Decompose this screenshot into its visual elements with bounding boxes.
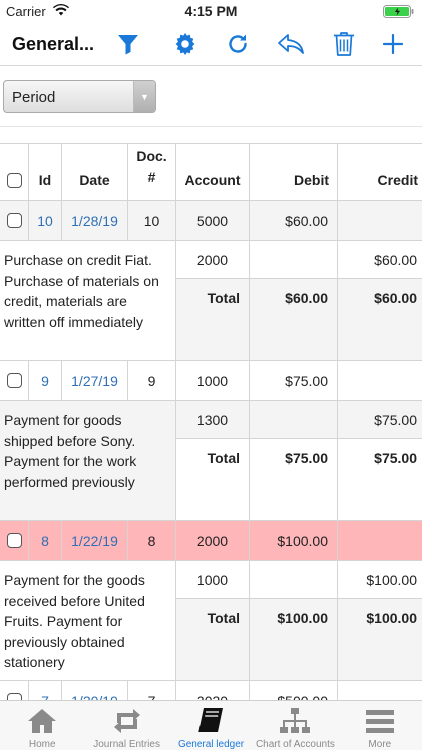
column-header-account[interactable]: Account bbox=[176, 143, 250, 201]
row-select bbox=[0, 521, 29, 561]
refresh-icon[interactable] bbox=[223, 30, 253, 58]
divider bbox=[0, 126, 422, 127]
entry-account: 2000 bbox=[176, 521, 250, 561]
menu-icon bbox=[365, 710, 394, 733]
total-credit: $75.00 bbox=[338, 439, 422, 521]
total-debit: $60.00 bbox=[250, 279, 338, 361]
entry-id-link[interactable]: 8 bbox=[29, 521, 62, 561]
total-credit: $60.00 bbox=[338, 279, 422, 361]
entry-line-debit bbox=[250, 401, 338, 439]
entry-doc-number: 8 bbox=[128, 521, 176, 561]
undo-icon[interactable] bbox=[276, 30, 306, 58]
column-header-doc[interactable]: Doc. # bbox=[128, 143, 176, 201]
tab-label: Journal Entries bbox=[93, 739, 160, 750]
tab-label: General ledger bbox=[177, 739, 245, 750]
column-header-date[interactable]: Date bbox=[62, 143, 128, 201]
column-header-credit[interactable]: Credit bbox=[338, 143, 422, 201]
tab-label: Home bbox=[28, 739, 56, 750]
table-header-select bbox=[0, 143, 29, 201]
tab-home[interactable]: Home bbox=[0, 701, 84, 750]
select-all-checkbox[interactable] bbox=[6, 173, 22, 188]
entry-description: Purchase on credit Fiat. Purchase of mat… bbox=[0, 241, 176, 361]
entry-description: Payment for the goods received before Un… bbox=[0, 561, 176, 681]
entry-credit bbox=[338, 201, 422, 241]
period-dropdown[interactable]: Period ▼ bbox=[3, 80, 156, 113]
tab-journal-entries[interactable]: Journal Entries bbox=[84, 701, 168, 750]
tab-more[interactable]: More bbox=[338, 701, 422, 750]
row-checkbox[interactable] bbox=[6, 373, 22, 388]
battery-icon bbox=[383, 5, 416, 18]
tab-label: More bbox=[368, 739, 392, 750]
row-checkbox[interactable] bbox=[6, 213, 22, 228]
entry-description: Payment for goods shipped before Sony. P… bbox=[0, 401, 176, 521]
entry-date-link[interactable]: 1/27/19 bbox=[62, 361, 128, 401]
entry-debit: $60.00 bbox=[250, 201, 338, 241]
entry-account: 5000 bbox=[176, 201, 250, 241]
tab-label: Chart of Accounts bbox=[255, 739, 335, 750]
navigation-bar: General... bbox=[0, 22, 422, 66]
page-title: General... bbox=[12, 34, 95, 54]
status-bar: Carrier 4:15 PM bbox=[0, 0, 422, 22]
entry-debit: $75.00 bbox=[250, 361, 338, 401]
entry-doc-number: 10 bbox=[128, 201, 176, 241]
total-label: Total bbox=[176, 439, 250, 521]
journal-icon bbox=[113, 709, 140, 733]
entry-line-debit bbox=[250, 561, 338, 599]
row-checkbox[interactable] bbox=[6, 533, 22, 548]
plus-icon[interactable] bbox=[378, 30, 408, 58]
entry-id-link[interactable]: 10 bbox=[29, 201, 62, 241]
entry-debit: $100.00 bbox=[250, 521, 338, 561]
tab-general-ledger[interactable]: General ledger bbox=[169, 701, 253, 750]
tab-bar: Home Journal Entries General ledger Char… bbox=[0, 700, 422, 750]
entry-date-link[interactable]: 1/22/19 bbox=[62, 521, 128, 561]
total-debit: $75.00 bbox=[250, 439, 338, 521]
entry-line-debit bbox=[250, 241, 338, 279]
entry-line-account: 2000 bbox=[176, 241, 250, 279]
row-select bbox=[0, 361, 29, 401]
entry-id-link[interactable]: 9 bbox=[29, 361, 62, 401]
row-select bbox=[0, 201, 29, 241]
entry-line-credit: $100.00 bbox=[338, 561, 422, 599]
total-debit: $100.00 bbox=[250, 599, 338, 681]
entry-line-credit: $75.00 bbox=[338, 401, 422, 439]
clock: 4:15 PM bbox=[184, 3, 238, 19]
entry-line-credit: $60.00 bbox=[338, 241, 422, 279]
entry-credit bbox=[338, 521, 422, 561]
filter-icon[interactable] bbox=[113, 30, 143, 58]
entry-date-link[interactable]: 1/28/19 bbox=[62, 201, 128, 241]
gear-icon[interactable] bbox=[170, 30, 200, 58]
total-label: Total bbox=[176, 279, 250, 361]
tab-chart-of-accounts[interactable]: Chart of Accounts bbox=[253, 701, 337, 750]
entry-line-account: 1300 bbox=[176, 401, 250, 439]
total-credit: $100.00 bbox=[338, 599, 422, 681]
column-header-debit[interactable]: Debit bbox=[250, 143, 338, 201]
trash-icon[interactable] bbox=[329, 30, 359, 58]
total-label: Total bbox=[176, 599, 250, 681]
home-icon bbox=[28, 709, 57, 733]
column-header-id[interactable]: Id bbox=[29, 143, 62, 201]
entry-line-account: 1000 bbox=[176, 561, 250, 599]
entry-credit bbox=[338, 361, 422, 401]
period-dropdown-value: Period bbox=[12, 89, 56, 106]
entry-account: 1000 bbox=[176, 361, 250, 401]
book-icon bbox=[198, 708, 224, 733]
chevron-down-icon: ▼ bbox=[133, 81, 155, 112]
entry-doc-number: 9 bbox=[128, 361, 176, 401]
hierarchy-icon bbox=[280, 708, 311, 733]
